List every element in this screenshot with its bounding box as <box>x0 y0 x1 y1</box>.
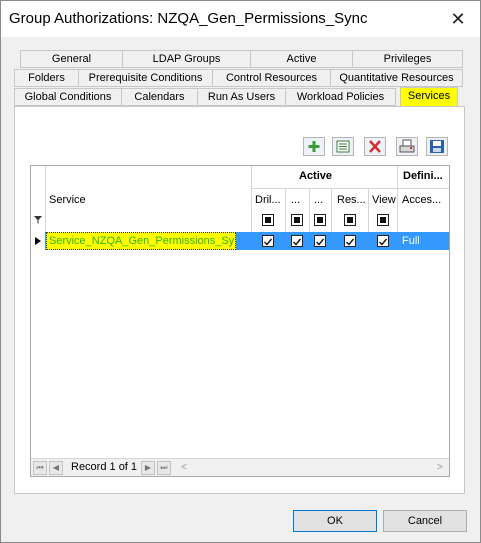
filter-drill-checkbox[interactable] <box>262 214 274 226</box>
add-icon <box>308 141 320 152</box>
tab-quantitative-resources[interactable]: Quantitative Resources <box>330 69 463 87</box>
save-icon <box>430 140 444 153</box>
checkmark-icon <box>264 238 273 246</box>
column-header-view[interactable]: View <box>372 194 396 206</box>
column-header-c3[interactable]: ... <box>314 194 330 206</box>
tab-ldap-groups[interactable]: LDAP Groups <box>122 50 251 68</box>
grid-divider <box>251 188 449 189</box>
res-checkbox[interactable] <box>344 235 356 247</box>
previous-record-button[interactable]: ◀ <box>49 461 63 475</box>
service-name-cell[interactable]: Service_NZQA_Gen_Permissions_Sync* <box>46 232 236 250</box>
grid-divider <box>331 188 332 232</box>
tab-general[interactable]: General <box>20 50 123 68</box>
filter-res-checkbox[interactable] <box>344 214 356 226</box>
save-button[interactable] <box>426 137 448 156</box>
grid-divider <box>397 166 398 232</box>
tab-prerequisite-conditions[interactable]: Prerequisite Conditions <box>78 69 213 87</box>
checkmark-icon <box>293 238 302 246</box>
tab-folders[interactable]: Folders <box>14 69 79 87</box>
grid-divider <box>251 166 252 232</box>
record-counter: Record 1 of 1 <box>71 461 138 473</box>
column-header-res[interactable]: Res... <box>337 194 367 206</box>
properties-button[interactable] <box>332 137 354 156</box>
tab-active[interactable]: Active <box>250 50 353 68</box>
drill-checkbox[interactable] <box>262 235 274 247</box>
row-indicator <box>31 232 45 250</box>
cancel-button[interactable]: Cancel <box>383 510 467 532</box>
column-header-access[interactable]: Acces... <box>402 194 448 206</box>
scroll-left-icon[interactable]: < <box>181 462 187 473</box>
access-cell[interactable]: Full <box>402 232 420 250</box>
filter-c3-checkbox[interactable] <box>314 214 326 226</box>
grid-divider <box>285 188 286 232</box>
print-button[interactable] <box>396 137 418 156</box>
checkmark-icon <box>316 238 325 246</box>
record-navigator: ⏮ ◀ Record 1 of 1 ▶ ⏭ < > <box>31 458 449 476</box>
tab-global-conditions[interactable]: Global Conditions <box>14 88 122 106</box>
close-button[interactable]: ✕ <box>442 5 474 33</box>
window-title: Group Authorizations: NZQA_Gen_Permissio… <box>9 10 368 27</box>
add-button[interactable] <box>303 137 325 156</box>
tab-run-as-users[interactable]: Run As Users <box>197 88 286 106</box>
tab-control-resources[interactable]: Control Resources <box>212 69 331 87</box>
tab-privileges[interactable]: Privileges <box>352 50 463 68</box>
column-header-service[interactable]: Service <box>49 194 86 206</box>
tab-services[interactable]: Services <box>400 87 458 107</box>
column-header-drill[interactable]: Dril... <box>255 194 283 206</box>
current-row-icon <box>35 237 41 245</box>
filter-view-checkbox[interactable] <box>377 214 389 226</box>
c2-checkbox[interactable] <box>291 235 303 247</box>
properties-icon <box>336 140 350 153</box>
ok-button[interactable]: OK <box>293 510 377 532</box>
group-header-active: Active <box>299 170 333 182</box>
grid-divider <box>368 188 369 232</box>
dialog-window: Group Authorizations: NZQA_Gen_Permissio… <box>0 0 481 543</box>
grid-divider <box>309 188 310 232</box>
checkmark-icon <box>346 238 355 246</box>
first-record-button[interactable]: ⏮ <box>33 461 47 475</box>
column-header-c2[interactable]: ... <box>291 194 307 206</box>
delete-icon <box>369 140 381 153</box>
view-checkbox[interactable] <box>377 235 389 247</box>
tab-workload-policies[interactable]: Workload Policies <box>285 88 396 106</box>
next-record-button[interactable]: ▶ <box>141 461 155 475</box>
services-grid: Active Defini... Service Dril... ... ...… <box>30 165 450 477</box>
tab-calendars[interactable]: Calendars <box>121 88 198 106</box>
tab-strip: General LDAP Groups Active Privileges Fo… <box>14 49 464 107</box>
group-header-defini: Defini... <box>403 170 443 182</box>
print-icon <box>399 139 415 153</box>
scroll-right-icon[interactable]: > <box>437 462 443 473</box>
delete-button[interactable] <box>364 137 386 156</box>
grid-divider <box>45 166 46 232</box>
checkmark-icon <box>379 238 388 246</box>
c3-checkbox[interactable] <box>314 235 326 247</box>
last-record-button[interactable]: ⏭ <box>157 461 171 475</box>
table-row[interactable]: Service_NZQA_Gen_Permissions_Sync* Full <box>31 232 449 250</box>
filter-c2-checkbox[interactable] <box>291 214 303 226</box>
filter-icon[interactable] <box>33 215 43 225</box>
title-bar: Group Authorizations: NZQA_Gen_Permissio… <box>1 1 480 37</box>
